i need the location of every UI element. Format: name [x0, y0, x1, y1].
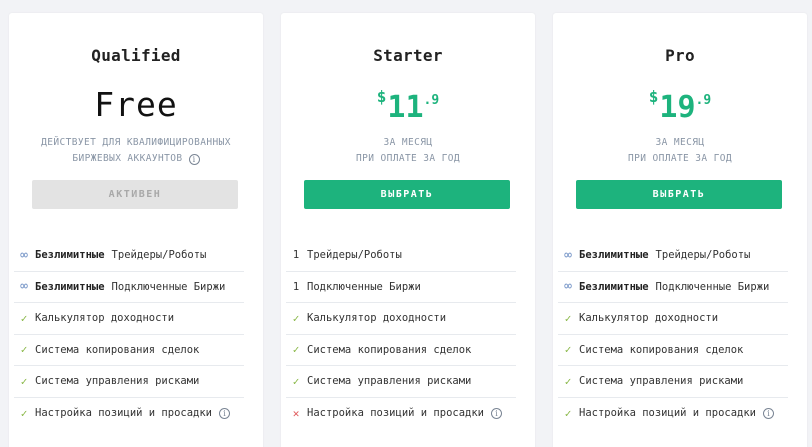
feature-label: Трейдеры/Роботы — [655, 249, 751, 262]
subtitle-line-2: ПРИ ОПЛАТЕ ЗА ГОД — [627, 153, 733, 164]
feature-label: Калькулятор доходности — [307, 312, 447, 325]
check-icon: ✓ — [564, 311, 572, 325]
feature-label: Система копирования сделок — [35, 343, 200, 356]
active-button: АКТИВЕН — [32, 180, 238, 209]
subtitle-line-2: ПРИ ОПЛАТЕ ЗА ГОД — [355, 153, 461, 164]
feature-item: ∞ Безлимитные Подключенные Биржи — [558, 272, 788, 303]
feature-item: ✓ Настройка позиций и просадки i — [558, 398, 788, 430]
plan-card-starter: Starter $11.9 ЗА МЕСЯЦ ПРИ ОПЛАТЕ ЗА ГОД… — [281, 13, 535, 447]
check-icon: ✓ — [20, 311, 28, 325]
check-icon: ✓ — [292, 374, 300, 388]
feature-list: ∞ Безлимитные Трейдеры/Роботы ∞ Безлимитные П… — [14, 240, 244, 429]
feature-highlight: Безлимитные — [35, 280, 105, 293]
check-icon: ✓ — [20, 374, 28, 388]
plan-subtitle: ЗА МЕСЯЦ ПРИ ОПЛАТЕ ЗА ГОД — [553, 135, 807, 167]
feature-item: ✕ Настройка позиций и просадки i — [286, 398, 516, 430]
feature-item: ✓ Настройка позиций и просадки i — [14, 398, 244, 430]
plan-title: Pro — [665, 46, 695, 65]
plan-price: $11.9 — [281, 87, 535, 125]
price-decimal: .9 — [695, 93, 712, 108]
cross-icon: ✕ — [292, 406, 300, 420]
feature-item: ∞ Безлимитные Трейдеры/Роботы — [14, 240, 244, 272]
feature-label: Трейдеры/Роботы — [111, 249, 207, 262]
select-button[interactable]: ВЫБРАТЬ — [304, 180, 510, 209]
feature-item: 1 Подключенные Биржи — [286, 272, 516, 303]
plan-card-qualified: Qualified Free ДЕЙСТВУЕТ ДЛЯ КВАЛИФИЦИРО… — [9, 13, 263, 447]
feature-label: Трейдеры/Роботы — [307, 249, 402, 262]
check-icon: ✓ — [564, 343, 572, 357]
feature-label: Подключенные Биржи — [307, 280, 421, 293]
feature-label: Калькулятор доходности — [35, 312, 175, 325]
feature-label: Настройка позиций и просадки — [307, 407, 485, 420]
plan-title: Qualified — [91, 46, 181, 65]
plan-subtitle: ЗА МЕСЯЦ ПРИ ОПЛАТЕ ЗА ГОД — [281, 135, 535, 167]
check-icon: ✓ — [20, 343, 28, 357]
plan-price: $19.9 — [553, 87, 807, 125]
subtitle-line-2: БИРЖЕВЫХ АККАУНТОВ i — [9, 151, 263, 167]
price-currency: $ — [648, 87, 659, 106]
feature-item: ✓ Система управления рисками — [286, 366, 516, 398]
price-currency: $ — [376, 87, 387, 106]
feature-label: Система управления рисками — [35, 375, 200, 388]
price-decimal: .9 — [423, 93, 440, 108]
count-label: 1 — [292, 280, 300, 293]
feature-item: ✓ Калькулятор доходности — [286, 303, 516, 335]
plan-price: Free — [94, 85, 178, 124]
check-icon: ✓ — [564, 406, 572, 420]
info-icon[interactable]: i — [763, 407, 775, 419]
info-icon[interactable]: i — [491, 407, 503, 419]
feature-item: ∞ Безлимитные Трейдеры/Роботы — [558, 240, 788, 272]
feature-item: ✓ Система управления рисками — [558, 366, 788, 398]
feature-label: Настройка позиций и просадки — [579, 407, 757, 420]
feature-list: ∞ Безлимитные Трейдеры/Роботы ∞ Безлимитные П… — [558, 240, 788, 429]
count-label: 1 — [292, 249, 300, 262]
feature-label: Калькулятор доходности — [579, 312, 719, 325]
feature-label: Подключенные Биржи — [655, 280, 770, 293]
feature-item: ✓ Система копирования сделок — [558, 335, 788, 366]
feature-highlight: Безлимитные — [579, 249, 649, 262]
feature-highlight: Безлимитные — [35, 249, 105, 262]
infinity-icon: ∞ — [564, 247, 572, 263]
infinity-icon: ∞ — [20, 247, 28, 263]
plan-card-pro: Pro $19.9 ЗА МЕСЯЦ ПРИ ОПЛАТЕ ЗА ГОД ВЫБ… — [553, 13, 807, 447]
plan-title: Starter — [373, 46, 443, 65]
subtitle-line-1: ЗА МЕСЯЦ — [655, 137, 705, 148]
feature-label: Система управления рисками — [307, 375, 472, 388]
feature-item: ∞ Безлимитные Подключенные Биржи — [14, 272, 244, 303]
feature-label: Система управления рисками — [579, 375, 744, 388]
info-icon[interactable]: i — [188, 154, 200, 165]
price-integer: 11 — [387, 90, 424, 125]
subtitle-line-1: ЗА МЕСЯЦ — [383, 137, 433, 148]
check-icon: ✓ — [564, 374, 572, 388]
select-button[interactable]: ВЫБРАТЬ — [576, 180, 782, 209]
feature-label: Система копирования сделок — [579, 343, 744, 356]
feature-item: ✓ Система копирования сделок — [14, 335, 244, 366]
infinity-icon: ∞ — [20, 279, 28, 295]
check-icon: ✓ — [292, 311, 300, 325]
feature-label: Настройка позиций и просадки — [35, 407, 213, 420]
feature-label: Система копирования сделок — [307, 343, 472, 356]
subtitle-line-1: ДЕЙСТВУЕТ ДЛЯ КВАЛИФИЦИРОВАННЫХ — [41, 137, 231, 148]
info-icon[interactable]: i — [219, 407, 231, 419]
feature-label: Подключенные Биржи — [111, 280, 226, 293]
check-icon: ✓ — [292, 343, 300, 357]
feature-item: ✓ Система управления рисками — [14, 366, 244, 398]
infinity-icon: ∞ — [564, 279, 572, 295]
feature-item: ✓ Система копирования сделок — [286, 335, 516, 366]
plan-subtitle: ДЕЙСТВУЕТ ДЛЯ КВАЛИФИЦИРОВАННЫХ БИРЖЕВЫХ… — [9, 135, 263, 167]
price-integer: 19 — [659, 90, 696, 125]
feature-item: ✓ Калькулятор доходности — [558, 303, 788, 335]
check-icon: ✓ — [20, 406, 28, 420]
feature-highlight: Безлимитные — [579, 280, 649, 293]
feature-item: 1 Трейдеры/Роботы — [286, 240, 516, 272]
feature-list: 1 Трейдеры/Роботы 1 Подключенные Биржи ✓ Каль… — [286, 240, 516, 429]
feature-item: ✓ Калькулятор доходности — [14, 303, 244, 335]
